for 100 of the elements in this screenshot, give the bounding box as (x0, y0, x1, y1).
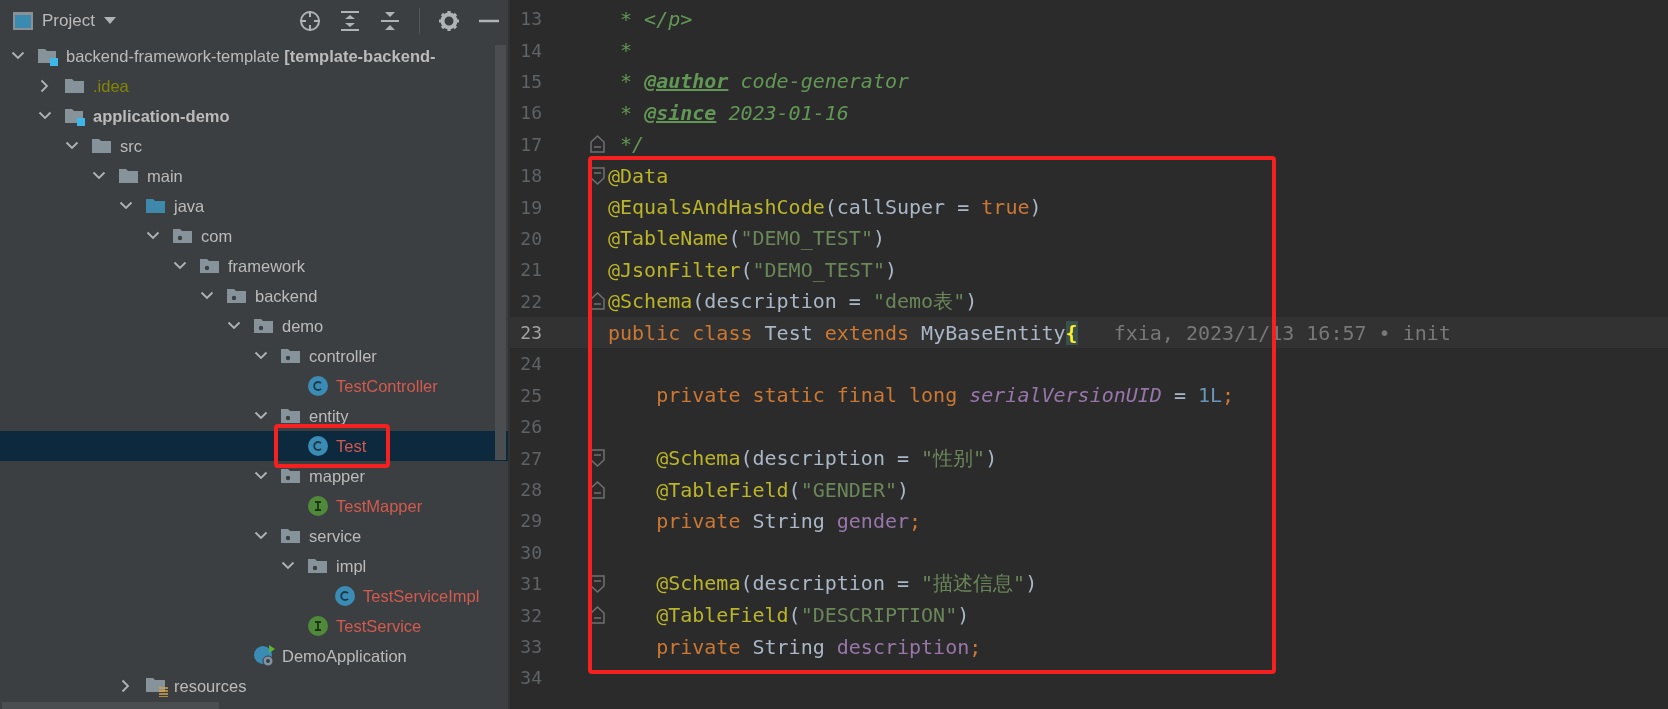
tree-item[interactable]: mapper (0, 461, 508, 491)
line-number: 20 (519, 227, 542, 249)
line-number: 16 (519, 102, 542, 124)
line-number: 31 (519, 573, 542, 595)
line-number: 23 (519, 322, 542, 344)
class-icon (307, 375, 329, 397)
panel-title: Project (42, 10, 95, 31)
code-text: @Schema(description = "demo表") (608, 287, 978, 315)
chevron-down-icon[interactable] (91, 171, 106, 181)
package-icon (280, 526, 302, 546)
item-label: backend-framework-template [template-backend- (66, 46, 436, 66)
line-number: 22 (519, 290, 542, 312)
scrollbar-thumb[interactable] (495, 45, 506, 460)
tree-item[interactable]: service (0, 521, 508, 551)
item-label: mapper (309, 466, 365, 486)
tree-item[interactable]: application-demo (0, 101, 508, 131)
line-number: 24 (519, 353, 542, 375)
fold-end-icon[interactable] (589, 134, 606, 155)
line-number: 27 (519, 447, 542, 469)
item-label: .idea (93, 76, 129, 96)
tree-item[interactable]: impl (0, 551, 508, 581)
chevron-down-icon[interactable] (64, 141, 79, 151)
expand-all-button[interactable] (339, 9, 361, 32)
code-text: private String description; (656, 634, 982, 659)
item-label: TestService (336, 616, 422, 636)
code-text: @TableName("DEMO_TEST") (608, 226, 885, 251)
module-folder-icon (64, 106, 86, 126)
fold-end-icon[interactable] (589, 291, 606, 312)
item-label: resources (174, 676, 247, 696)
tree-item[interactable]: controller (0, 341, 508, 371)
fold-start-icon[interactable] (589, 165, 606, 186)
line-number: 29 (519, 510, 542, 532)
tree-item[interactable]: java (0, 191, 508, 221)
expand-all-icon (339, 9, 361, 32)
source-folder-icon (145, 196, 167, 216)
module-folder-icon (37, 46, 59, 66)
tree-item[interactable]: main (0, 161, 508, 191)
collapse-all-icon (379, 9, 401, 32)
locate-button[interactable] (299, 9, 321, 32)
tree-item[interactable]: src (0, 131, 508, 161)
code-text: @TableField("DESCRIPTION") (656, 603, 970, 628)
view-dropdown-button[interactable] (102, 15, 117, 26)
package-icon (280, 466, 302, 486)
chevron-down-icon[interactable] (253, 471, 268, 481)
package-icon (253, 316, 275, 336)
chevron-down-icon[interactable] (199, 291, 214, 301)
chevron-down-icon[interactable] (37, 111, 52, 121)
item-label: service (309, 526, 362, 546)
collapse-all-button[interactable] (379, 9, 401, 32)
minimize-button[interactable] (478, 18, 500, 23)
code-text: @Data (608, 163, 669, 188)
line-number: 25 (519, 384, 542, 406)
item-label: Test (336, 436, 367, 456)
line-number: 30 (519, 541, 542, 563)
fold-end-icon[interactable] (589, 479, 606, 500)
settings-button[interactable] (438, 9, 460, 32)
class-icon (307, 435, 329, 457)
folder-icon (91, 136, 113, 156)
item-label: java (174, 196, 205, 216)
chevron-down-icon[interactable] (172, 261, 187, 271)
line-number: 13 (519, 8, 542, 30)
chevron-down-icon[interactable] (253, 531, 268, 541)
fold-start-icon[interactable] (589, 573, 606, 594)
chevron-right-icon[interactable] (39, 79, 50, 93)
item-label: com (201, 226, 233, 246)
chevron-down-icon[interactable] (10, 51, 25, 61)
code-text: @JsonFilter("DEMO_TEST") (608, 257, 897, 282)
chevron-down-icon[interactable] (253, 411, 268, 421)
package-icon (172, 226, 194, 246)
fold-start-icon[interactable] (589, 448, 606, 469)
tree-item[interactable]: demo (0, 311, 508, 341)
tree-item[interactable]: backend (0, 281, 508, 311)
tree-item[interactable]: framework (0, 251, 508, 281)
tree-item[interactable]: com (0, 221, 508, 251)
fold-end-icon[interactable] (589, 605, 606, 626)
chevron-down-icon[interactable] (226, 321, 241, 331)
code-text: private static final long serialVersionUID = 1L; (656, 383, 1235, 408)
item-label: main (147, 166, 183, 186)
code-text: */ (619, 132, 645, 157)
line-number: 33 (519, 636, 542, 657)
folder-icon (118, 166, 140, 186)
tree-item[interactable]: Test (0, 431, 508, 461)
chevron-right-icon[interactable] (120, 679, 131, 693)
chevron-down-icon[interactable] (280, 561, 295, 571)
line-number: 21 (519, 259, 542, 281)
spring-class-icon (253, 644, 277, 668)
tree-item[interactable]: backend-framework-template [template-backend- (0, 41, 508, 71)
tree-item[interactable]: resources (0, 671, 508, 701)
chevron-down-icon[interactable] (145, 231, 160, 241)
line-number: 19 (519, 196, 542, 218)
code-text: @Schema(description = "性别") (656, 444, 998, 472)
item-label: DemoApplication (282, 646, 407, 666)
chevron-down-icon[interactable] (118, 201, 133, 211)
tree-item[interactable]: entity (0, 401, 508, 431)
item-label: demo (282, 316, 324, 336)
code-text: @TableField("GENDER") (656, 477, 910, 502)
minimize-icon (478, 18, 500, 23)
package-icon (226, 286, 248, 306)
tree-item[interactable]: DemoApplication (0, 641, 508, 671)
chevron-down-icon[interactable] (253, 351, 268, 361)
